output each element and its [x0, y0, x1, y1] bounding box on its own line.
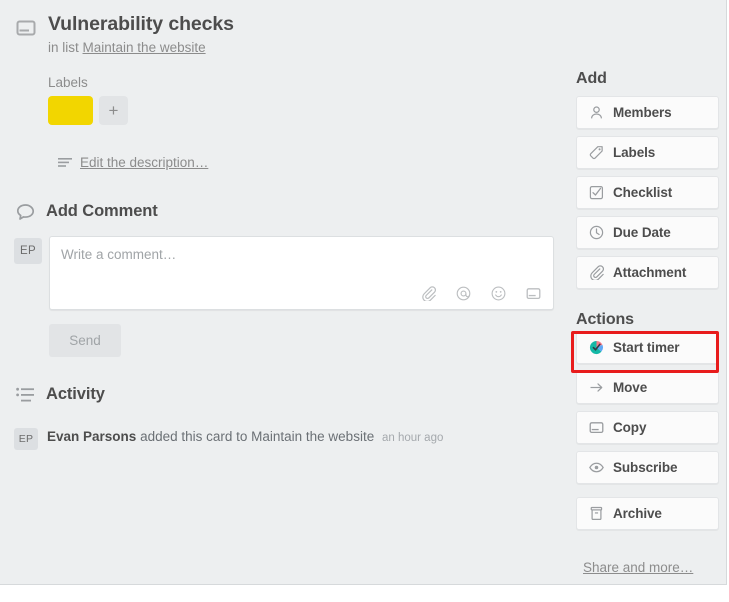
add-comment-heading-row: Add Comment [16, 202, 158, 221]
comment-input[interactable]: Write a comment… [49, 236, 554, 310]
sidebar-item-label: Archive [613, 506, 662, 521]
comment-composer: EP Write a comment… [14, 236, 554, 310]
paperclip-icon [589, 265, 604, 280]
add-actions-list: Members Labels Checklist Due Date Attach… [576, 96, 719, 296]
activity-action: added this card to Maintain the website [140, 429, 375, 444]
sidebar-item-label: Checklist [613, 185, 673, 200]
sidebar-item-label: Copy [613, 420, 647, 435]
sidebar-item-checklist[interactable]: Checklist [576, 176, 719, 209]
clock-icon [589, 225, 604, 240]
sidebar-item-labels[interactable]: Labels [576, 136, 719, 169]
card-detail-panel: Vulnerability checks in list Maintain th… [0, 0, 727, 585]
sidebar-item-archive[interactable]: Archive [576, 497, 719, 530]
checkbox-icon [589, 185, 604, 200]
sidebar-item-label: Due Date [613, 225, 671, 240]
sidebar-item-due-date[interactable]: Due Date [576, 216, 719, 249]
sidebar-item-members[interactable]: Members [576, 96, 719, 129]
arrow-right-icon [589, 380, 604, 395]
card-header: Vulnerability checks in list Maintain th… [14, 12, 554, 56]
sidebar-item-label: Move [613, 380, 648, 395]
sidebar-item-label: Labels [613, 145, 656, 160]
eye-icon [589, 460, 604, 475]
card-sidebar: Add Members Labels Checklist Due Date At… [565, 0, 726, 584]
add-label-button[interactable]: + [99, 96, 128, 125]
list-name-link[interactable]: Maintain the website [83, 40, 206, 55]
activity-list-icon [16, 387, 35, 403]
activity-author[interactable]: Evan Parsons [47, 429, 136, 444]
labels-row: + [48, 96, 128, 125]
labels-heading: Labels [48, 75, 88, 90]
activity-timestamp: an hour ago [381, 432, 444, 444]
yellow-label[interactable] [48, 96, 93, 125]
activity-title: Activity [46, 385, 105, 403]
attachment-icon[interactable] [421, 286, 436, 301]
send-comment-button[interactable]: Send [49, 324, 121, 357]
label-tag-icon [589, 145, 604, 160]
sidebar-item-move[interactable]: Move [576, 371, 719, 404]
edit-description-link[interactable]: Edit the description… [80, 155, 208, 170]
comment-bubble-icon [16, 203, 35, 221]
card-icon [589, 420, 604, 435]
comment-placeholder: Write a comment… [61, 247, 177, 262]
in-list-label: in list [48, 40, 79, 55]
activity-entry-text: Evan Parsons added this card to Maintain… [47, 427, 443, 448]
emoji-icon[interactable] [491, 286, 506, 301]
add-section-heading: Add [576, 70, 607, 87]
add-comment-title: Add Comment [46, 202, 158, 220]
sidebar-item-label: Members [613, 105, 672, 120]
activity-heading-row: Activity [16, 385, 105, 404]
mention-icon[interactable] [456, 286, 471, 301]
avatar: EP [14, 238, 42, 264]
card-breadcrumb: in list Maintain the website [48, 39, 554, 56]
list-item: EP Evan Parsons added this card to Maint… [14, 427, 554, 450]
archive-box-icon [589, 506, 604, 521]
sidebar-item-label: Attachment [613, 265, 687, 280]
avatar: EP [14, 428, 38, 450]
sidebar-item-attachment[interactable]: Attachment [576, 256, 719, 289]
card-icon [16, 18, 36, 38]
comment-toolbar [421, 286, 541, 301]
everhour-timer-icon [589, 340, 604, 355]
card-icon[interactable] [526, 286, 541, 301]
sidebar-item-label: Start timer [613, 340, 680, 355]
description-lines-icon [58, 157, 72, 169]
share-and-more-link[interactable]: Share and more… [583, 560, 693, 575]
person-icon [589, 105, 604, 120]
page-title: Vulnerability checks [48, 13, 234, 35]
edit-description-row[interactable]: Edit the description… [58, 155, 208, 170]
card-actions-list: Start timer Move Copy Subscribe Archive [576, 331, 719, 537]
actions-section-heading: Actions [576, 311, 634, 328]
card-main-column: Vulnerability checks in list Maintain th… [0, 0, 565, 584]
sidebar-item-label: Subscribe [613, 460, 678, 475]
sidebar-item-start-timer[interactable]: Start timer [576, 331, 719, 364]
sidebar-item-subscribe[interactable]: Subscribe [576, 451, 719, 484]
sidebar-item-copy[interactable]: Copy [576, 411, 719, 444]
labels-section: Labels + [48, 75, 128, 125]
